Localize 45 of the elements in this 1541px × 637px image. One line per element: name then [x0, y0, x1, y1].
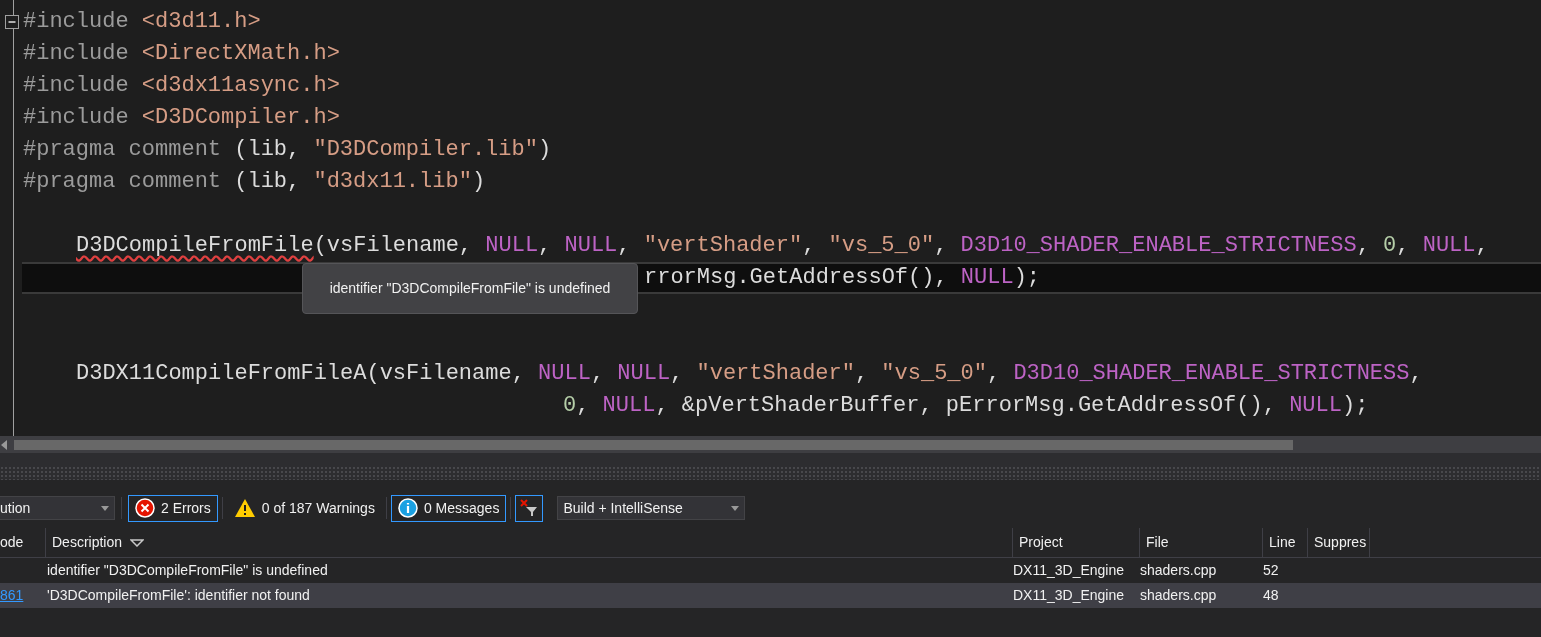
code-text: #include <d3dx11async.h> [23, 72, 340, 100]
scrollbar-thumb[interactable] [14, 439, 1293, 450]
scroll-left-icon[interactable] [0, 439, 8, 450]
code-text: rrorMsg.GetAddressOf(), NULL); [644, 264, 1041, 292]
table-cell: DX11_3D_Engine [1013, 587, 1125, 603]
caret-icon [731, 505, 740, 511]
column-header[interactable]: Description [46, 528, 1013, 557]
error-icon [135, 498, 155, 518]
code-text: D3DCompileFromFile(vsFilename, NULL, NULL, "vertShader", "vs_5_0", D3D10_SHADER_ENABLE_STRICTNESS, 0, NULL, [76, 232, 1489, 260]
table-cell: 52 [1263, 562, 1279, 578]
column-header[interactable]: ode [0, 528, 46, 557]
table-cell: identifier "D3DCompileFromFile" is undefined [47, 562, 328, 578]
code-text: #include <DirectXMath.h> [23, 40, 340, 68]
column-header[interactable]: Project [1013, 528, 1140, 557]
code-text: #pragma comment (lib, "D3DCompiler.lib") [23, 136, 552, 164]
table-cell: DX11_3D_Engine [1013, 562, 1125, 578]
table-cell: shaders.cpp [1140, 562, 1217, 578]
sort-icon [130, 538, 145, 547]
collapse-icon[interactable] [5, 14, 20, 30]
clear-filter-button[interactable] [515, 494, 544, 522]
source-dropdown[interactable]: Build + IntelliSense [557, 496, 746, 520]
code-text: 0, NULL, &pVertShaderBuffer, pErrorMsg.GetAddressOf(), NULL); [563, 392, 1369, 420]
error-row[interactable]: 861 'D3DCompileFromFile': identifier not found DX11_3D_Engine shaders.cpp 48 [0, 583, 1541, 608]
caret-icon [101, 505, 109, 511]
code-text: #include <d3d11.h> [23, 8, 261, 36]
table-cell: 48 [1263, 587, 1279, 603]
info-icon [397, 498, 418, 518]
scope-dropdown[interactable]: ution [0, 496, 115, 520]
code-text: D3DX11CompileFromFileA(vsFilename, NULL, NULL, "vertShader", "vs_5_0", D3D10_SHADER_ENABLE_STRICTNESS, [76, 360, 1423, 388]
filter-button[interactable]: 2 Errors [128, 494, 218, 522]
column-header[interactable]: Line [1263, 528, 1308, 557]
error-code-link[interactable]: 861 [0, 587, 24, 603]
warning-icon [233, 498, 256, 518]
tooltip: identifier "D3DCompileFromFile" is undefined [302, 263, 638, 314]
funnel-cross-icon [520, 499, 539, 517]
filter-button[interactable]: 0 Messages [390, 494, 507, 522]
filter-button[interactable]: 0 of 187 Warnings [226, 494, 382, 522]
horizontal-scrollbar[interactable] [0, 436, 1541, 453]
column-header[interactable]: Suppres [1308, 528, 1370, 557]
table-cell: shaders.cpp [1140, 587, 1217, 603]
code-text: #pragma comment (lib, "d3dx11.lib") [23, 168, 486, 196]
table-cell: 'D3DCompileFromFile': identifier not found [47, 587, 310, 603]
error-row[interactable]: identifier "D3DCompileFromFile" is undefined DX11_3D_Engine shaders.cpp 52 [0, 558, 1541, 583]
code-text: #include <D3DCompiler.h> [23, 104, 340, 132]
column-header[interactable]: File [1140, 528, 1263, 557]
